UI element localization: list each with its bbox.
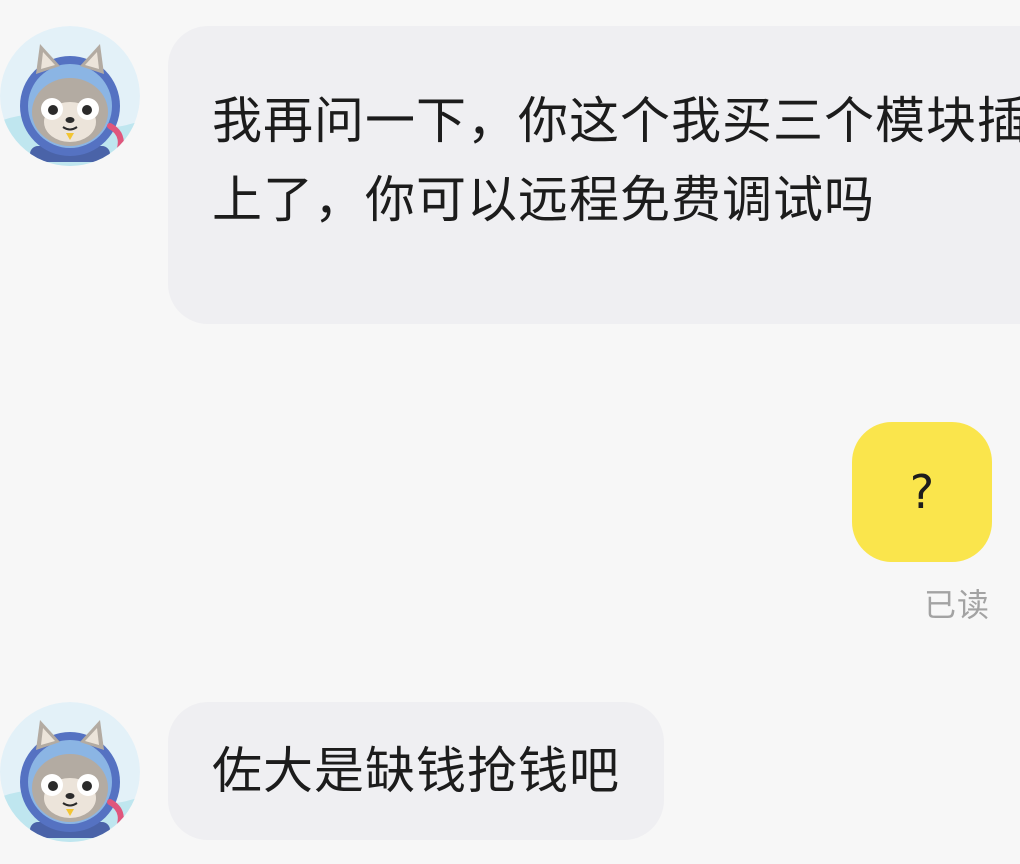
incoming-message[interactable]: 佐大是缺钱抢钱吧 (168, 702, 664, 840)
message-text: 我再问一下，你这个我买三个模块插上了，你可以远程免费调试吗 (212, 92, 1020, 229)
read-receipt: 已读 (923, 586, 990, 624)
contact-avatar[interactable] (0, 26, 140, 166)
message-text: ? (909, 465, 935, 519)
incoming-message[interactable]: 我再问一下，你这个我买三个模块插上了，你可以远程免费调试吗 (168, 26, 1020, 324)
cat-astronaut-icon (0, 26, 140, 166)
outgoing-message[interactable]: ? (852, 422, 992, 562)
message-text: 佐大是缺钱抢钱吧 (212, 741, 620, 800)
chat-thread: 我再问一下，你这个我买三个模块插上了，你可以远程免费调试吗 ? 已读 佐大是缺钱… (0, 0, 1020, 864)
cat-astronaut-icon (0, 702, 140, 842)
contact-avatar[interactable] (0, 702, 140, 842)
